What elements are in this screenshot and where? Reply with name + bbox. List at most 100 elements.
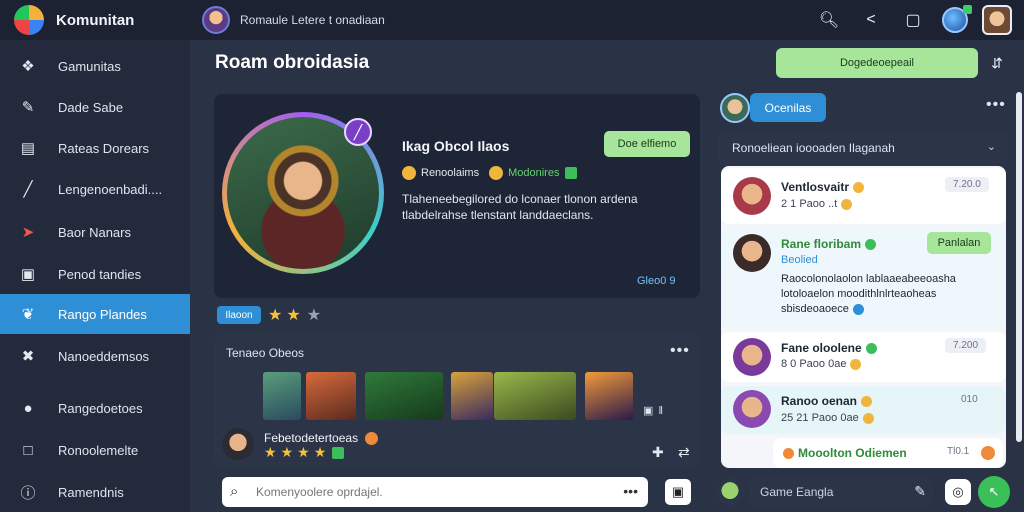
- chart-icon: ╱: [23, 181, 33, 198]
- timestamp: 7.200: [945, 338, 987, 353]
- game-thumbnail[interactable]: [263, 372, 301, 420]
- avatar[interactable]: [222, 428, 254, 460]
- edit-icon[interactable]: ╱: [344, 118, 372, 146]
- sidebar-item-ramendnis[interactable]: ⓘ Ramendnis: [0, 472, 190, 512]
- profile-meta: Renoolaims Modonires: [402, 166, 578, 180]
- sidebar-item-label: Gamunitas: [58, 58, 121, 74]
- sidebar-item-label: Ramendnis: [58, 484, 124, 500]
- channel-dropdown[interactable]: Ronoeliean ioooaden Ilaganah ⌄: [718, 130, 1008, 166]
- pager-icon[interactable]: ▣ ‖: [643, 404, 664, 417]
- info-icon: ⓘ: [20, 484, 36, 502]
- scrollbar[interactable]: [1016, 92, 1022, 442]
- sidebar-item-label: Baor Nanars: [58, 224, 131, 240]
- search-icon[interactable]: 🔍︎: [814, 5, 844, 35]
- share-icon[interactable]: <: [856, 5, 886, 35]
- square-icon: □: [23, 441, 33, 459]
- mascot-icon[interactable]: [716, 478, 744, 506]
- calendar-icon: ▤: [20, 140, 36, 157]
- games-title: Tenaeo Obeos: [226, 346, 305, 360]
- wrench-icon: ✎: [21, 99, 35, 116]
- search-icon: ⌕: [230, 483, 239, 500]
- leaf-icon: ❦: [21, 306, 35, 323]
- brand[interactable]: Komunitan: [0, 5, 190, 35]
- plane-icon: ➤: [21, 224, 35, 241]
- sidebar-item-label: Lengenoenbadi....: [58, 181, 163, 197]
- page-title: Roam obroidasia: [215, 52, 370, 73]
- profile-icon[interactable]: [982, 5, 1012, 35]
- sidebar-item-label: Penod tandies: [58, 266, 142, 282]
- timestamp: 7.20.0: [945, 177, 989, 192]
- sidebar-item-baor-nanars[interactable]: ➤ Baor Nanars: [0, 212, 190, 252]
- list-item[interactable]: Fane oloolene 8 0 Paoo 0ae 7.200: [721, 332, 1006, 382]
- sidebar-item-penod[interactable]: ▣ Penod tandies: [0, 254, 190, 294]
- avatar[interactable]: [720, 93, 750, 123]
- media-button[interactable]: ▣: [665, 479, 691, 505]
- profile-tag-button[interactable]: Doe elfiemo: [604, 131, 690, 157]
- sidebar-item-lengenoen[interactable]: ╱ Lengenoenbadi....: [0, 169, 190, 209]
- sidebar-item-nanoeddemsos[interactable]: ✖ Nanoeddemsos: [0, 336, 190, 376]
- more-icon[interactable]: •••: [670, 342, 690, 360]
- message-feed: Ventlosvaitr 2 1 Paoo ..t 7.20.0 Rane fl…: [721, 166, 1006, 468]
- more-icon[interactable]: •••: [623, 483, 638, 499]
- timestamp: 010: [961, 394, 978, 405]
- list-item[interactable]: Ventlosvaitr 2 1 Paoo ..t 7.20.0: [721, 168, 1006, 224]
- list-item[interactable]: Rane floribam Beolied Panlalan Raocolono…: [721, 228, 1006, 328]
- search-input[interactable]: [256, 485, 616, 499]
- game-thumbnail[interactable]: [451, 372, 493, 420]
- sidebar-item-label: Ronoolemelte: [58, 442, 139, 458]
- card-icon: ▣: [20, 266, 36, 283]
- rank-label: Modonires: [508, 167, 560, 179]
- avatar: [733, 390, 771, 428]
- sidebar-item-rango-plandes[interactable]: ❦ Rango Plandes: [0, 294, 190, 334]
- profile-description: Tlaheneebegilored do lconaer tlonon arde…: [402, 192, 638, 222]
- profile-link[interactable]: Gleo0 9: [637, 275, 676, 287]
- coin-icon: [402, 166, 416, 180]
- chat-placeholder: Game Eangla: [760, 485, 834, 499]
- message-body: Raocolonolaolon lablaaeabeeoasha lotoloa…: [781, 273, 956, 315]
- sidebar-item-ronoolemelte[interactable]: □ Ronoolemelte: [0, 430, 190, 470]
- globe-icon[interactable]: [940, 5, 972, 35]
- sidebar-item-label: Nanoeddemsos: [58, 348, 150, 364]
- rating-stars[interactable]: ★ ★ ★: [268, 305, 321, 325]
- sidebar-item-rangedoetoes[interactable]: ● Rangedoetoes: [0, 388, 190, 428]
- message-author: Ventlosvaitr: [781, 180, 865, 194]
- message-author: Fane oloolene: [781, 341, 877, 355]
- message-meta: 2 1 Paoo ..t: [781, 198, 853, 210]
- sidebar: ❖ Gamunitas ✎ Dade Sabe ▤ Rateas Dorears…: [0, 40, 190, 512]
- chat-icon[interactable]: ▢: [898, 5, 928, 35]
- sidebar-item-gamunitas[interactable]: ❖ Gamunitas: [0, 46, 190, 86]
- more-icon[interactable]: •••: [986, 96, 1006, 114]
- top-user[interactable]: Romaule Letere t onadiaan: [202, 6, 385, 34]
- star-icon: ★: [264, 444, 277, 460]
- profile-name: Ikag Obcol Ilaos: [402, 138, 510, 154]
- message-author: Rane floribam: [781, 237, 877, 251]
- avatar: [733, 234, 771, 272]
- game-thumbnail[interactable]: [585, 372, 633, 420]
- list-item[interactable]: Mooolton Odiemen Tl0.1: [773, 438, 1003, 468]
- app-logo: [14, 5, 44, 35]
- reaction-icon[interactable]: [981, 446, 995, 460]
- shuffle-icon[interactable]: ⇄: [678, 444, 690, 461]
- list-item[interactable]: Ranoo oenan 25 21 Paoo 0ae 010: [721, 386, 1006, 434]
- expand-icon[interactable]: ✚: [652, 444, 664, 461]
- notification-dot: [963, 5, 972, 14]
- star-icon: ★: [313, 444, 327, 460]
- gem-icon: [565, 167, 578, 179]
- top-user-text: Romaule Letere t onadiaan: [240, 13, 385, 27]
- game-thumbnail[interactable]: [365, 372, 443, 420]
- channel-chip[interactable]: Ocenilas: [750, 93, 826, 122]
- message-action-button[interactable]: Panlalan: [927, 232, 991, 254]
- rating-stars[interactable]: ★ ★ ★ ★: [264, 444, 345, 461]
- avatar: [733, 177, 771, 215]
- pen-icon[interactable]: ✎: [914, 483, 926, 500]
- game-thumbnail[interactable]: [494, 372, 576, 420]
- chat-input[interactable]: Game Eangla ✎: [750, 478, 934, 506]
- tools-icon: ✖: [21, 348, 35, 365]
- emoji-button[interactable]: ◎: [945, 479, 971, 505]
- adjust-icon[interactable]: ⇵: [982, 48, 1012, 78]
- send-button[interactable]: ↖: [978, 476, 1010, 508]
- sidebar-item-rateas[interactable]: ▤ Rateas Dorears: [0, 128, 190, 168]
- top-action-button[interactable]: Dogedeoepeail: [776, 48, 978, 78]
- sidebar-item-dade-sabe[interactable]: ✎ Dade Sabe: [0, 87, 190, 127]
- game-thumbnail[interactable]: [306, 372, 356, 420]
